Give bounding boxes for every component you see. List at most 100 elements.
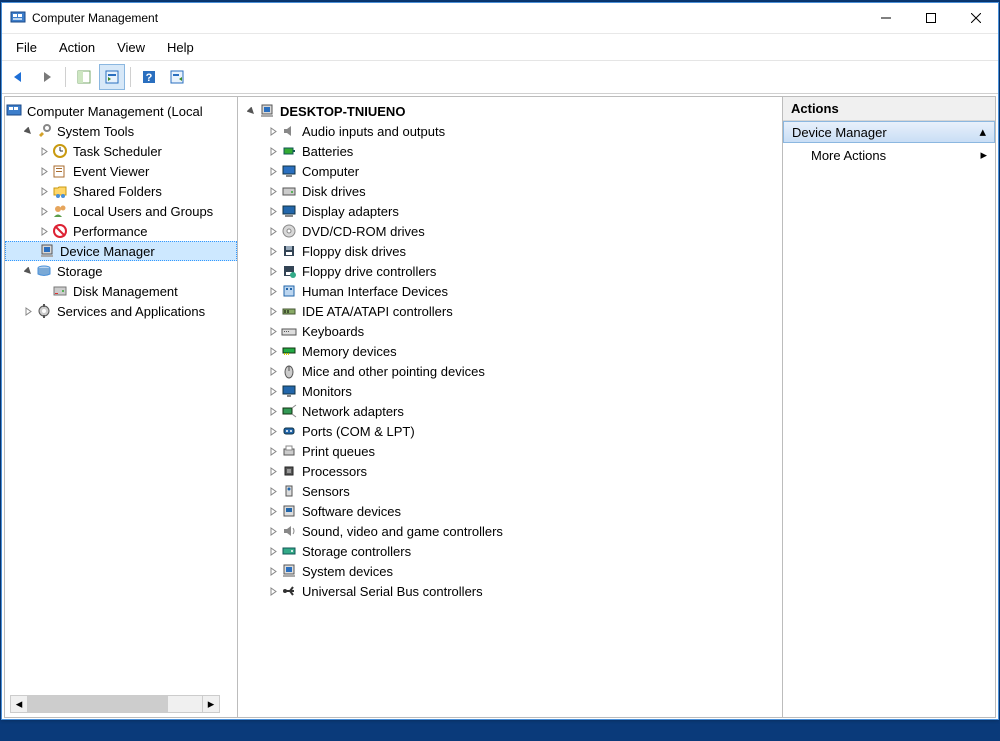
device-category[interactable]: Sound, video and game controllers (238, 521, 782, 541)
actions-pane: Actions Device Manager ▴ More Actions ▸ (783, 97, 995, 717)
menu-help[interactable]: Help (159, 38, 202, 57)
collapse-icon[interactable] (244, 107, 258, 116)
computer-management-window: Computer Management File Action View Hel… (1, 2, 999, 720)
show-hide-tree-button[interactable] (71, 64, 97, 90)
device-category[interactable]: Floppy drive controllers (238, 261, 782, 281)
storage-icon (35, 263, 53, 279)
expand-icon[interactable] (266, 127, 280, 136)
device-icon (280, 383, 298, 399)
expand-icon[interactable] (266, 547, 280, 556)
device-category[interactable]: Keyboards (238, 321, 782, 341)
tree-root[interactable]: Computer Management (Local (5, 101, 237, 121)
menu-file[interactable]: File (8, 38, 45, 57)
expand-icon[interactable] (266, 267, 280, 276)
device-manager-pane[interactable]: DESKTOP-TNIUENOAudio inputs and outputsB… (238, 97, 783, 717)
device-category[interactable]: Human Interface Devices (238, 281, 782, 301)
tree-device-manager[interactable]: Device Manager (5, 241, 237, 261)
menu-action[interactable]: Action (51, 38, 103, 57)
device-icon (280, 583, 298, 599)
expand-icon[interactable] (37, 187, 51, 196)
tree-storage[interactable]: Storage (5, 261, 237, 281)
expand-icon[interactable] (266, 467, 280, 476)
expand-icon[interactable] (266, 587, 280, 596)
tree-local-users[interactable]: Local Users and Groups (5, 201, 237, 221)
expand-icon[interactable] (266, 427, 280, 436)
device-category-label: Sensors (300, 484, 350, 499)
console-tree-pane[interactable]: Computer Management (Local System Tools (5, 97, 238, 717)
device-icon (280, 183, 298, 199)
expand-icon[interactable] (37, 147, 51, 156)
device-category[interactable]: System devices (238, 561, 782, 581)
actions-more[interactable]: More Actions ▸ (783, 143, 995, 167)
device-category[interactable]: Computer (238, 161, 782, 181)
device-category[interactable]: Display adapters (238, 201, 782, 221)
device-category[interactable]: Sensors (238, 481, 782, 501)
tree-task-scheduler[interactable]: Task Scheduler (5, 141, 237, 161)
expand-icon[interactable] (266, 567, 280, 576)
forward-button[interactable] (34, 64, 60, 90)
back-button[interactable] (6, 64, 32, 90)
tree-system-tools[interactable]: System Tools (5, 121, 237, 141)
expand-icon[interactable] (266, 487, 280, 496)
expand-icon[interactable] (266, 187, 280, 196)
device-category[interactable]: Mice and other pointing devices (238, 361, 782, 381)
expand-icon[interactable] (37, 207, 51, 216)
expand-icon[interactable] (266, 207, 280, 216)
maximize-button[interactable] (908, 4, 953, 32)
expand-icon[interactable] (266, 227, 280, 236)
tree-disk-management[interactable]: Disk Management (5, 281, 237, 301)
device-category[interactable]: Monitors (238, 381, 782, 401)
device-category[interactable]: Disk drives (238, 181, 782, 201)
expand-icon[interactable] (266, 507, 280, 516)
device-icon (280, 243, 298, 259)
titlebar[interactable]: Computer Management (2, 3, 998, 34)
expand-icon[interactable] (37, 167, 51, 176)
tree-event-viewer[interactable]: Event Viewer (5, 161, 237, 181)
expand-icon[interactable] (266, 247, 280, 256)
device-category[interactable]: Batteries (238, 141, 782, 161)
device-category[interactable]: IDE ATA/ATAPI controllers (238, 301, 782, 321)
expand-icon[interactable] (21, 307, 35, 316)
expand-icon[interactable] (266, 387, 280, 396)
horizontal-scrollbar[interactable]: ◂ ▸ (10, 695, 220, 711)
expand-icon[interactable] (266, 307, 280, 316)
device-category[interactable]: Universal Serial Bus controllers (238, 581, 782, 601)
menu-view[interactable]: View (109, 38, 153, 57)
device-category[interactable]: Ports (COM & LPT) (238, 421, 782, 441)
tree-performance[interactable]: Performance (5, 221, 237, 241)
tree-label: Shared Folders (71, 184, 162, 199)
expand-icon[interactable] (266, 347, 280, 356)
expand-icon[interactable] (266, 527, 280, 536)
expand-icon[interactable] (266, 327, 280, 336)
tree-services-apps[interactable]: Services and Applications (5, 301, 237, 321)
device-root[interactable]: DESKTOP-TNIUENO (238, 101, 782, 121)
device-category[interactable]: Network adapters (238, 401, 782, 421)
tree-shared-folders[interactable]: Shared Folders (5, 181, 237, 201)
expand-icon[interactable] (266, 407, 280, 416)
device-icon (280, 563, 298, 579)
device-category[interactable]: Print queues (238, 441, 782, 461)
actions-selected[interactable]: Device Manager ▴ (783, 121, 995, 143)
expand-icon[interactable] (266, 287, 280, 296)
properties-button[interactable] (99, 64, 125, 90)
expand-icon[interactable] (266, 367, 280, 376)
device-category[interactable]: DVD/CD-ROM drives (238, 221, 782, 241)
device-category[interactable]: Audio inputs and outputs (238, 121, 782, 141)
device-category[interactable]: Processors (238, 461, 782, 481)
expand-icon[interactable] (37, 227, 51, 236)
device-category[interactable]: Storage controllers (238, 541, 782, 561)
help-button[interactable]: ? (136, 64, 162, 90)
collapse-icon[interactable] (21, 267, 35, 276)
expand-icon[interactable] (266, 447, 280, 456)
device-category[interactable]: Memory devices (238, 341, 782, 361)
minimize-button[interactable] (863, 4, 908, 32)
collapse-icon[interactable] (21, 127, 35, 136)
device-icon (280, 223, 298, 239)
refresh-button[interactable] (164, 64, 190, 90)
device-category[interactable]: Floppy disk drives (238, 241, 782, 261)
expand-icon[interactable] (266, 147, 280, 156)
device-category-label: Computer (300, 164, 359, 179)
expand-icon[interactable] (266, 167, 280, 176)
close-button[interactable] (953, 4, 998, 32)
device-category[interactable]: Software devices (238, 501, 782, 521)
